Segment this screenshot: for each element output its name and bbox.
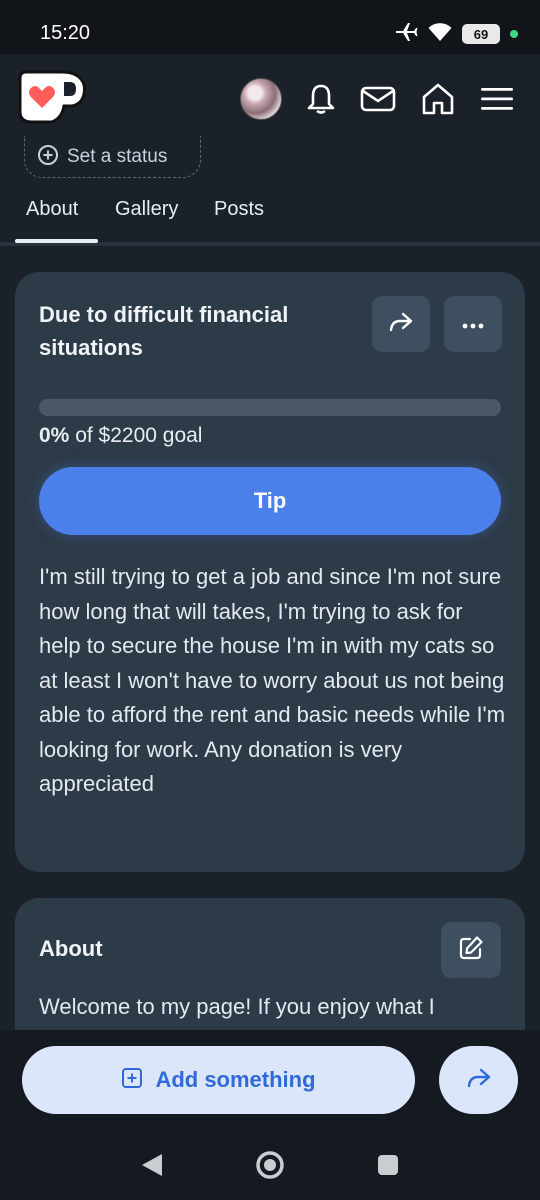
- plus-circle-icon: [37, 144, 59, 170]
- app-header: [0, 54, 540, 142]
- goal-card: Due to difficult financial situations 0%…: [15, 272, 525, 872]
- bell-icon[interactable]: [306, 83, 336, 115]
- add-something-button[interactable]: Add something: [22, 1046, 415, 1114]
- set-status-button[interactable]: Set a status: [24, 136, 201, 178]
- recent-apps-icon[interactable]: [377, 1154, 399, 1180]
- profile-tabs: About Gallery Posts: [0, 190, 540, 246]
- airplane-icon: [394, 22, 418, 46]
- share-goal-button[interactable]: [372, 296, 430, 352]
- active-tab-indicator: [15, 239, 98, 243]
- battery-indicator: 69: [462, 24, 500, 44]
- ko-fi-logo[interactable]: [14, 68, 88, 132]
- wifi-icon: [428, 22, 452, 46]
- system-nav-bar: [0, 1134, 540, 1200]
- avatar[interactable]: [240, 78, 282, 120]
- goal-title: Due to difficult financial situations: [39, 302, 289, 360]
- share-page-button[interactable]: [439, 1046, 518, 1114]
- set-status-label: Set a status: [67, 145, 168, 167]
- more-dots-icon: [461, 315, 485, 334]
- tab-about[interactable]: About: [26, 198, 78, 221]
- goal-percent: 0%: [39, 424, 70, 447]
- home-icon[interactable]: [420, 82, 456, 116]
- status-time: 15:20: [40, 22, 91, 44]
- menu-icon[interactable]: [480, 86, 514, 112]
- mail-icon[interactable]: [360, 85, 396, 113]
- home-nav-icon[interactable]: [255, 1150, 285, 1184]
- status-bar: 15:20 69: [0, 0, 540, 54]
- edit-about-button[interactable]: [441, 922, 501, 978]
- tab-gallery[interactable]: Gallery: [115, 198, 178, 221]
- privacy-dot: [510, 30, 518, 38]
- goal-progress-bar: [39, 399, 501, 416]
- edit-pencil-icon: [458, 935, 484, 965]
- goal-amount: of $2200 goal: [69, 424, 203, 447]
- about-text: Welcome to my page! If you enjoy what I: [39, 994, 435, 1019]
- status-icons: 69: [394, 22, 518, 46]
- more-options-button[interactable]: [444, 296, 502, 352]
- share-arrow-icon: [466, 1067, 492, 1093]
- goal-description: I'm still trying to get a job and since …: [39, 564, 506, 796]
- tab-posts[interactable]: Posts: [214, 198, 264, 221]
- plus-square-icon: [121, 1067, 143, 1093]
- header-actions: [240, 78, 514, 120]
- add-something-label: Add something: [155, 1067, 316, 1092]
- goal-progress-label: 0% of $2200 goal: [39, 424, 202, 448]
- back-icon[interactable]: [140, 1152, 164, 1182]
- share-arrow-icon: [388, 311, 414, 337]
- about-title: About: [39, 936, 103, 961]
- tip-button[interactable]: Tip: [39, 467, 501, 535]
